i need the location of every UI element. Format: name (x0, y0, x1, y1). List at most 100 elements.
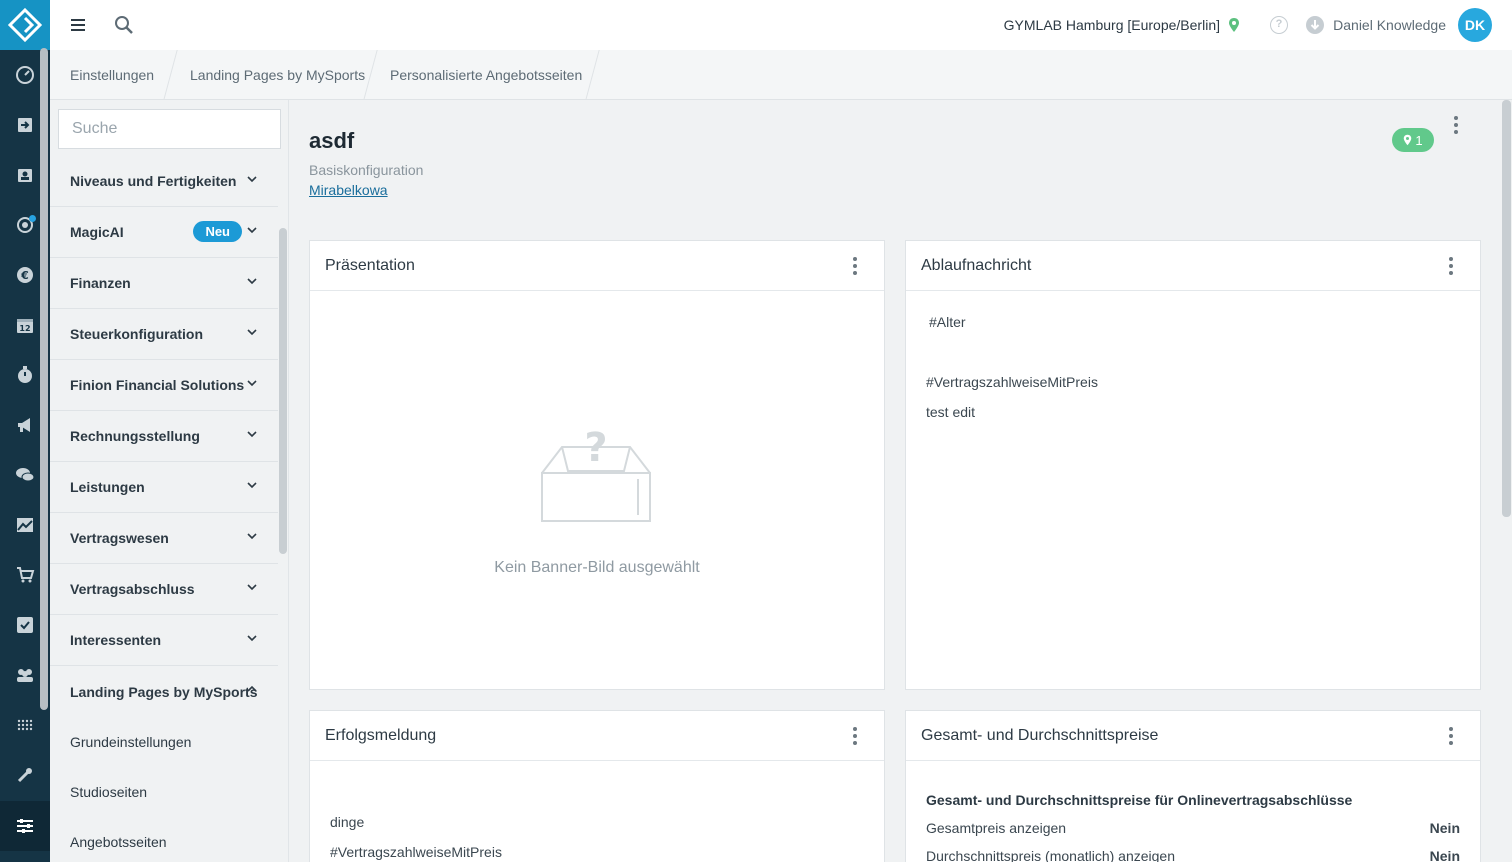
sidenav-item-label: Rechnungsstellung (70, 428, 200, 444)
setting-row: Durchschnittspreis (monatlich) anzeigen … (926, 848, 1460, 862)
sidenav-item-label: Finanzen (70, 275, 131, 291)
success-message-card: Erfolgsmeldung dinge #VertragszahlweiseM… (309, 710, 885, 862)
sidenav-item-contract-closing[interactable]: Vertragsabschluss (50, 564, 278, 615)
search-icon[interactable] (114, 15, 134, 35)
sidenav-item-landing-pages[interactable]: Landing Pages by MySports (50, 666, 278, 717)
breadcrumb-item-settings[interactable]: Einstellungen (70, 67, 154, 83)
card-header: Gesamt- und Durchschnittspreise (906, 711, 1480, 761)
chevron-down-icon (247, 431, 257, 438)
sidenav-item-label: Niveaus und Fertigkeiten (70, 173, 237, 189)
tools-icon[interactable] (0, 750, 50, 800)
svg-text:?: ? (584, 427, 607, 471)
setting-label: Durchschnittspreis (monatlich) anzeigen (926, 848, 1175, 862)
breadcrumb: Einstellungen Landing Pages by MySports … (50, 50, 1512, 100)
sidenav-item-label: Steuerkonfiguration (70, 326, 204, 342)
settings-sliders-icon[interactable] (0, 801, 50, 851)
location-count: 1 (1415, 132, 1423, 148)
download-icon[interactable] (1306, 16, 1324, 34)
expiry-message-card: Ablaufnachricht #Alter #Vertragszahlweis… (905, 240, 1481, 690)
sidenav-item-label: MagicAI (70, 224, 124, 240)
notification-dot (29, 215, 36, 222)
card-menu-icon[interactable] (852, 257, 858, 275)
card-header: Präsentation (310, 241, 884, 291)
chevron-up-icon (247, 685, 257, 692)
card-header: Erfolgsmeldung (310, 711, 884, 761)
settings-search-input[interactable] (58, 109, 281, 149)
page-subtitle: Basiskonfiguration (309, 162, 424, 178)
user-name[interactable]: Daniel Knowledge (1333, 17, 1446, 33)
sidenav-item-invoicing[interactable]: Rechnungsstellung (50, 411, 278, 462)
page-more-menu-icon[interactable] (1453, 116, 1459, 134)
hamburger-menu-icon[interactable] (70, 16, 86, 34)
breadcrumb-item-personalized-pages[interactable]: Personalisierte Angebotsseiten (390, 67, 582, 83)
card-menu-icon[interactable] (852, 727, 858, 745)
breadcrumb-separator (585, 50, 600, 100)
main-content: asdf Basiskonfiguration Mirabelkowa 1 Pr… (289, 100, 1512, 862)
settings-sidenav: Niveaus und Fertigkeiten MagicAI Neu Fin… (50, 100, 289, 862)
sidenav-item-label: Vertragsabschluss (70, 581, 195, 597)
svg-text:12: 12 (19, 324, 30, 333)
sidenav-item-finion[interactable]: Finion Financial Solutions (50, 360, 278, 411)
sidenav-item-label: Interessenten (70, 632, 162, 648)
top-bar: GYMLAB Hamburg [Europe/Berlin] ? Daniel … (50, 0, 1512, 50)
chevron-down-icon (247, 380, 257, 387)
sidenav-item-contracts[interactable]: Vertragswesen (50, 513, 278, 564)
sidenav-item-magicai[interactable]: MagicAI Neu (50, 207, 278, 258)
logo-icon (8, 8, 42, 42)
sidenav-subitem-studio-pages[interactable]: Studioseiten (50, 767, 278, 817)
chevron-down-icon (247, 329, 257, 336)
rail-scrollbar[interactable] (40, 48, 48, 710)
main-nav-rail: € 12 (0, 0, 50, 862)
card-title: Ablaufnachricht (921, 256, 1032, 274)
avatar[interactable]: DK (1458, 8, 1492, 42)
setting-row: Gesamtpreis anzeigen Nein (926, 820, 1460, 836)
new-badge: Neu (193, 221, 242, 242)
sidenav-subitem-basic-settings[interactable]: Grundeinstellungen (50, 717, 278, 767)
chevron-down-icon (247, 635, 257, 642)
main-scrollbar[interactable] (1502, 100, 1511, 517)
message-line: dinge (330, 814, 365, 830)
sidenav-item-label: Finion Financial Solutions (70, 377, 245, 393)
sidenav-item-label: Vertragswesen (70, 530, 169, 546)
setting-value: Nein (1429, 848, 1460, 862)
brand-logo[interactable] (0, 0, 50, 50)
sidenav-subitem-offer-pages[interactable]: Angebotsseiten (50, 817, 278, 862)
breadcrumb-item-landing-pages[interactable]: Landing Pages by MySports (190, 67, 365, 83)
message-line: #Alter (929, 314, 966, 330)
question-box-icon: ? (541, 427, 651, 522)
page-title: asdf (309, 128, 355, 153)
setting-label: Gesamtpreis anzeigen (926, 820, 1067, 836)
chevron-down-icon (247, 278, 257, 285)
card-title: Präsentation (325, 256, 415, 274)
message-line: #VertragszahlweiseMitPreis (926, 374, 1098, 390)
location-pin-icon (1404, 134, 1412, 146)
chevron-down-icon (247, 584, 257, 591)
message-line: #VertragszahlweiseMitPreis (330, 844, 502, 860)
sidenav-scrollbar[interactable] (279, 228, 287, 554)
location-count-badge[interactable]: 1 (1392, 128, 1434, 152)
sidenav-item-finances[interactable]: Finanzen (50, 258, 278, 309)
chevron-down-icon (247, 533, 257, 540)
card-title: Erfolgsmeldung (325, 726, 437, 744)
breadcrumb-separator (363, 50, 378, 100)
card-menu-icon[interactable] (1448, 257, 1454, 275)
setting-value: Nein (1429, 820, 1460, 836)
sidenav-item-services[interactable]: Leistungen (50, 462, 278, 513)
card-header: Ablaufnachricht (906, 241, 1480, 291)
chevron-down-icon (247, 482, 257, 489)
card-menu-icon[interactable] (1448, 727, 1454, 745)
sidenav-item-levels-skills[interactable]: Niveaus und Fertigkeiten (50, 156, 278, 207)
presentation-card: Präsentation ? Kein Banner-Bild ausgewäh… (309, 240, 885, 690)
sidenav-item-leads[interactable]: Interessenten (50, 615, 278, 666)
configuration-link[interactable]: Mirabelkowa (309, 182, 388, 198)
empty-banner-text: Kein Banner-Bild ausgewählt (494, 559, 700, 576)
message-line: test edit (926, 404, 976, 420)
sidenav-item-tax-config[interactable]: Steuerkonfiguration (50, 309, 278, 360)
help-icon[interactable]: ? (1270, 16, 1288, 34)
chevron-down-icon (247, 227, 257, 234)
studio-selector[interactable]: GYMLAB Hamburg [Europe/Berlin] (1004, 17, 1220, 33)
settings-nav-list: Niveaus und Fertigkeiten MagicAI Neu Fin… (50, 156, 278, 862)
breadcrumb-separator (163, 50, 178, 100)
sidenav-item-label: Leistungen (70, 479, 145, 495)
prices-card: Gesamt- und Durchschnittspreise Gesamt- … (905, 710, 1481, 862)
